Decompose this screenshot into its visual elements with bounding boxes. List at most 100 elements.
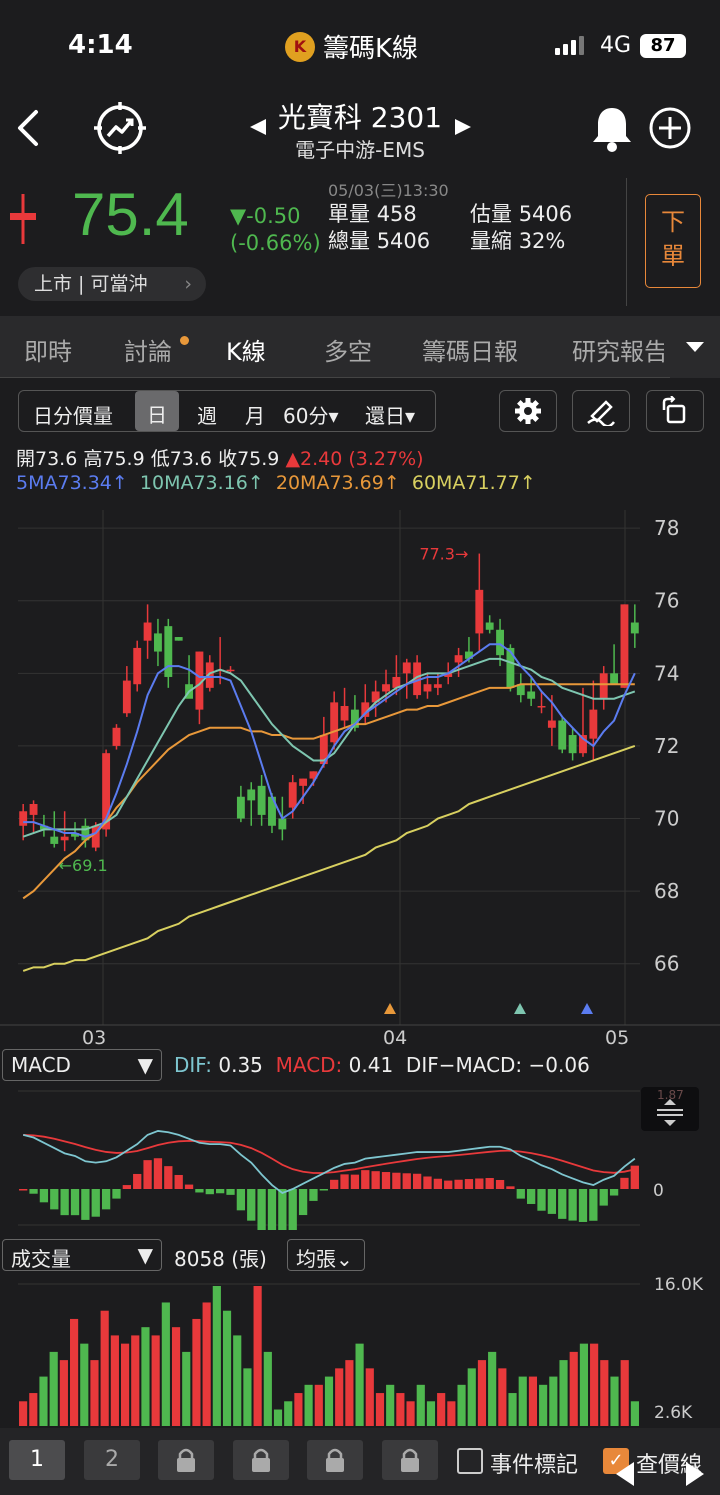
volume-bar	[569, 1351, 578, 1426]
macd-chart[interactable]	[0, 1085, 720, 1230]
period-month[interactable]: 月	[245, 400, 265, 429]
macd-bar	[392, 1172, 401, 1189]
volume-mode-button[interactable]: 均張⌄	[287, 1239, 365, 1271]
macd-bar	[319, 1189, 328, 1191]
quote-divider	[626, 178, 627, 306]
locked-page-3[interactable]	[158, 1440, 214, 1480]
unit-volume-label: 單量	[328, 202, 370, 226]
macd-bar	[298, 1189, 308, 1216]
total-volume-value: 5406	[376, 229, 431, 253]
volume-bar	[498, 1368, 507, 1426]
settings-button[interactable]	[499, 390, 557, 432]
event-marker-icon[interactable]	[514, 1003, 526, 1014]
kline-chart[interactable]: 78 76 74 72 70 68 66 03 04 05 77.3→ ←69.1	[0, 500, 720, 1050]
macd-bar	[568, 1189, 577, 1221]
total-volume: 總量 5406	[328, 228, 430, 255]
layout-page-2[interactable]: 2	[84, 1440, 140, 1480]
macd-bar	[516, 1189, 525, 1199]
macd-bar	[330, 1179, 339, 1189]
event-marker-icon[interactable]	[384, 1003, 396, 1014]
macd-bar	[589, 1189, 598, 1221]
candle-body	[382, 684, 390, 692]
order-label-2: 單	[661, 242, 685, 270]
tab-realtime[interactable]: 即時	[24, 332, 72, 367]
scroll-right-icon[interactable]	[684, 1460, 708, 1488]
volume-value: 8058 (張)	[174, 1247, 267, 1271]
volume-bar	[488, 1351, 497, 1426]
macd-bar	[495, 1179, 505, 1189]
drag-handle-icon	[657, 1099, 683, 1126]
event-marker-icon[interactable]	[581, 1003, 593, 1014]
macd-selector[interactable]: MACD ▼	[2, 1049, 162, 1081]
locked-page-5[interactable]	[307, 1440, 363, 1480]
volume-bar	[222, 1310, 232, 1426]
draw-button[interactable]	[572, 390, 630, 432]
locked-page-6[interactable]	[382, 1440, 438, 1480]
period-60min[interactable]: 60分▾	[283, 400, 339, 429]
period-selector: 日分價量 日 週 月 60分▾ 還日▾	[18, 390, 436, 432]
candle-body	[122, 680, 131, 714]
total-volume-label: 總量	[328, 229, 370, 253]
period-minute[interactable]: 日分價量	[33, 400, 113, 429]
volume-bar	[579, 1343, 588, 1426]
tab-bar: 即時 討論 K線 多空 籌碼日報 研究報告	[0, 316, 720, 378]
period-day[interactable]: 日	[135, 391, 179, 431]
next-stock-icon[interactable]	[453, 117, 473, 137]
macd-bar	[547, 1189, 557, 1214]
volume-bar	[70, 1318, 79, 1426]
tab-bull-bear[interactable]: 多空	[324, 332, 372, 367]
tab-chip-daily[interactable]: 籌碼日報	[422, 332, 518, 367]
osc-value: −0.06	[528, 1053, 590, 1077]
candle-body	[19, 811, 28, 826]
macd-bar	[609, 1189, 619, 1196]
macd-bar	[205, 1189, 214, 1195]
dif-line	[22, 1129, 636, 1194]
period-week[interactable]: 週	[197, 400, 217, 429]
volume-chart[interactable]	[0, 1270, 720, 1428]
volume-bar	[590, 1343, 599, 1426]
tab-research[interactable]: 研究報告	[572, 332, 664, 367]
locked-page-4[interactable]	[233, 1440, 289, 1480]
add-icon[interactable]	[648, 106, 692, 150]
lock-icon	[252, 1448, 270, 1472]
bell-icon[interactable]	[590, 104, 634, 152]
macd-bar	[288, 1189, 297, 1230]
restore-day[interactable]: 還日▾	[365, 400, 415, 429]
lock-icon	[326, 1448, 344, 1472]
dif-label: DIF:	[174, 1053, 212, 1077]
candle-body	[475, 589, 484, 634]
candle-body	[226, 669, 235, 672]
macd-bar	[537, 1189, 546, 1211]
market-tags-pill[interactable]: 上市 | 可當沖 ›	[18, 267, 206, 301]
dif-value: 0.35	[218, 1053, 263, 1077]
macd-bar	[257, 1189, 266, 1230]
volume-bar	[19, 1401, 28, 1426]
est-volume: 估量 5406	[470, 201, 572, 228]
low-annotation: ←69.1	[59, 856, 108, 875]
more-tabs-button[interactable]	[670, 316, 720, 378]
quote-datetime: 05/03(三)13:30	[328, 181, 449, 200]
ma20-line	[22, 683, 635, 900]
unit-volume: 單量 458	[328, 201, 417, 228]
layout-page-1[interactable]: 1	[9, 1440, 65, 1480]
osc-label: DIF−MACD:	[405, 1053, 523, 1077]
tab-kline[interactable]: K線	[226, 332, 266, 367]
volume-selector[interactable]: 成交量 ▼	[2, 1239, 162, 1271]
volume-bar	[620, 1360, 629, 1426]
macd-bar	[402, 1173, 411, 1189]
chart-resize-handle[interactable]: 1.87	[641, 1087, 699, 1131]
event-mark-checkbox[interactable]	[457, 1448, 483, 1474]
candle-body	[174, 637, 183, 641]
network-type: 4G	[600, 33, 632, 58]
scroll-left-icon[interactable]	[612, 1460, 636, 1488]
rotate-button[interactable]	[646, 390, 704, 432]
order-button[interactable]: 下 單	[645, 194, 701, 288]
macd-bar	[267, 1189, 277, 1230]
macd-bar	[143, 1160, 152, 1189]
tab-discussion[interactable]: 討論	[124, 332, 172, 367]
macd-bar	[81, 1189, 90, 1220]
volume-bar	[600, 1360, 609, 1426]
event-mark-label: 事件標記	[490, 1453, 579, 1478]
volume-bar	[304, 1384, 313, 1426]
volume-bar	[161, 1302, 170, 1426]
